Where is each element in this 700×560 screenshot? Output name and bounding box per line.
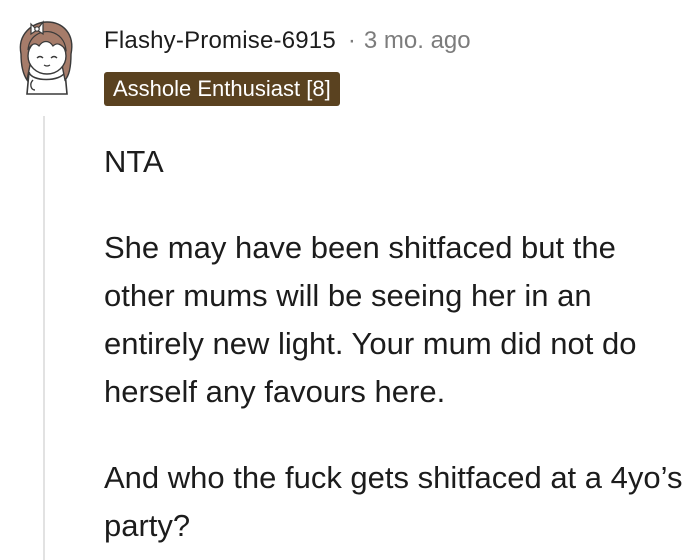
- comment-meta: Flashy-Promise-6915 · 3 mo. ago: [104, 24, 471, 58]
- username-link[interactable]: Flashy-Promise-6915: [104, 27, 336, 55]
- comment: Flashy-Promise-6915 · 3 mo. ago Asshole …: [0, 0, 700, 560]
- timestamp-link[interactable]: 3 mo. ago: [364, 27, 471, 55]
- user-flair-badge: Asshole Enthusiast [8]: [104, 72, 340, 106]
- comment-paragraph: NTA: [104, 144, 164, 179]
- user-avatar-icon[interactable]: [11, 10, 81, 98]
- comment-body: NTA She may have been shitfaced but the …: [104, 138, 694, 560]
- comment-paragraph: She may have been shitfaced but the othe…: [104, 230, 637, 409]
- meta-separator: ·: [347, 27, 356, 54]
- comment-paragraph: And who the fuck gets shitfaced at a 4yo…: [104, 460, 683, 543]
- thread-collapse-line[interactable]: [43, 116, 45, 560]
